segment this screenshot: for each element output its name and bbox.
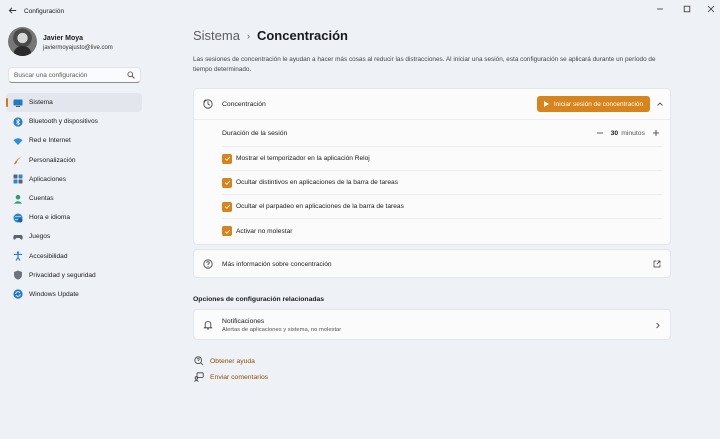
help-circle-icon (203, 259, 213, 269)
duration-label: Duración de la sesión (222, 130, 288, 137)
search-box[interactable] (8, 67, 141, 83)
update-icon (13, 289, 23, 300)
title-bar: Configuración (0, 0, 720, 24)
sidebar-item-juegos[interactable]: Juegos (6, 227, 142, 246)
breadcrumb-parent[interactable]: Sistema (193, 28, 240, 43)
sidebar-item-red[interactable]: Red e Internet (6, 131, 142, 150)
sidebar-item-hora-idioma[interactable]: Hora e idioma (6, 208, 142, 227)
back-arrow-icon[interactable] (8, 6, 18, 16)
sidebar-item-personalizacion[interactable]: Personalización (6, 151, 142, 170)
sidebar-item-accesibilidad[interactable]: Accesibilidad (6, 247, 142, 266)
more-info-card[interactable]: Más información sobre concentración (193, 249, 671, 278)
focus-card: Concentración Iniciar sesión de concentr… (193, 88, 671, 245)
user-profile[interactable]: Javier Moya javiermoyajusto@live.com (8, 27, 148, 57)
option-row[interactable]: Ocultar distintivos en aplicaciones de l… (222, 171, 662, 195)
checkbox-hide-badges[interactable] (222, 177, 232, 188)
option-label: Ocultar el parpadeo en aplicaciones de l… (236, 203, 404, 210)
notifications-title: Notificaciones (222, 318, 265, 325)
start-focus-button[interactable]: Iniciar sesión de concentración (537, 96, 650, 112)
more-info-label: Más información sobre concentración (222, 261, 332, 268)
checkbox-do-not-disturb[interactable] (222, 226, 232, 236)
sidebar-item-cuentas[interactable]: Cuentas (6, 189, 142, 208)
get-help-label: Obtener ayuda (210, 357, 255, 365)
globe-clock-icon (13, 213, 23, 223)
feedback-icon (194, 372, 204, 382)
sidebar-nav: Sistema Bluetooth y dispositivos Red e I… (6, 93, 142, 304)
sidebar-item-sistema[interactable]: Sistema (6, 93, 142, 113)
get-help-link[interactable]: Obtener ayuda (194, 356, 255, 366)
focus-card-title: Concentración (222, 101, 266, 108)
account-icon (13, 194, 23, 204)
play-icon (543, 101, 549, 107)
related-settings-title: Opciones de configuración relacionadas (193, 296, 325, 303)
duration-value[interactable]: 30 (611, 130, 619, 137)
start-focus-label: Iniciar sesión de concentración (553, 100, 644, 108)
focus-card-header[interactable]: Concentración Iniciar sesión de concentr… (194, 89, 670, 120)
breadcrumb-separator: › (246, 30, 250, 41)
option-label: Activar no molestar (236, 227, 293, 235)
chevron-right-icon (654, 322, 661, 329)
option-label: Mostrar el temporizador en la aplicación… (236, 155, 370, 162)
gamepad-icon (13, 232, 23, 242)
apps-icon (13, 174, 23, 184)
shield-icon (13, 270, 23, 280)
chevron-up-icon[interactable] (656, 100, 664, 108)
send-feedback-link[interactable]: Enviar comentarios (194, 372, 268, 382)
minimize-icon[interactable] (651, 4, 669, 14)
decrease-duration-button[interactable] (594, 127, 606, 139)
increase-duration-button[interactable] (650, 127, 662, 139)
duration-row: Duración de la sesión 30 minutos (222, 121, 662, 147)
option-row[interactable]: Mostrar el temporizador en la aplicación… (222, 147, 662, 171)
bluetooth-icon (13, 117, 23, 127)
sidebar-item-windows-update[interactable]: Windows Update (6, 285, 142, 304)
checkbox-hide-flashing[interactable] (222, 201, 232, 212)
user-name: Javier Moya (43, 35, 84, 42)
avatar (8, 27, 37, 56)
option-row[interactable]: Ocultar el parpadeo en aplicaciones de l… (222, 195, 662, 219)
maximize-icon[interactable] (678, 4, 696, 14)
sidebar-item-aplicaciones[interactable]: Aplicaciones (6, 170, 142, 189)
duration-unit: minutos (621, 129, 645, 137)
page-title: Concentración (256, 28, 348, 43)
external-link-icon (653, 260, 661, 268)
notifications-subtitle: Alertas de aplicaciones y sistema, no mo… (222, 327, 342, 333)
help-chat-icon (194, 356, 204, 366)
accessibility-icon (13, 251, 23, 261)
search-icon[interactable] (127, 71, 135, 79)
notifications-card[interactable]: Notificaciones Alertas de aplicaciones y… (193, 309, 671, 340)
checkbox-show-timer[interactable] (222, 153, 232, 164)
sidebar-item-bluetooth[interactable]: Bluetooth y dispositivos (6, 112, 142, 131)
option-label: Ocultar distintivos en aplicaciones de l… (236, 179, 399, 186)
send-feedback-label: Enviar comentarios (210, 373, 269, 381)
focus-clock-icon (203, 99, 213, 109)
bell-icon (203, 320, 213, 330)
breadcrumb: Sistema › Concentración (193, 28, 348, 43)
option-row[interactable]: Activar no molestar (222, 219, 662, 243)
user-email: javiermoyajusto@live.com (43, 45, 113, 51)
duration-stepper: 30 minutos (594, 126, 662, 140)
app-title: Configuración (24, 8, 65, 15)
page-description: Las sesiones de concentración le ayudan … (193, 56, 656, 73)
system-icon (13, 98, 23, 108)
brush-icon (13, 155, 23, 165)
close-icon[interactable] (702, 4, 720, 14)
wifi-icon (13, 136, 23, 146)
sidebar-item-privacidad[interactable]: Privacidad y seguridad (6, 266, 142, 285)
search-input[interactable] (14, 70, 124, 81)
